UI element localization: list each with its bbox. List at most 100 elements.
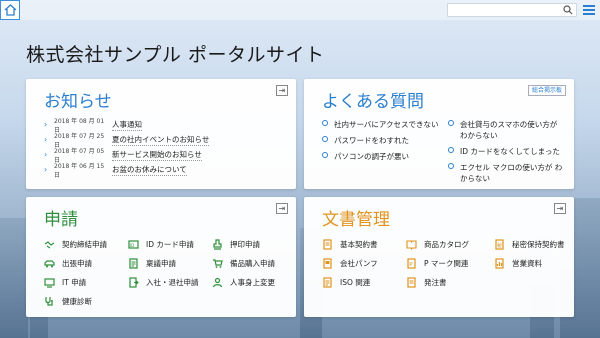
- doc-item-catalog[interactable]: 商品カタログ: [406, 235, 494, 254]
- apply-item-idcard[interactable]: ID ID カード申請: [128, 235, 212, 254]
- faq-question[interactable]: 社内サーバにアクセスできない: [334, 119, 439, 130]
- apply-item-label: IT 申請: [62, 278, 87, 287]
- news-link[interactable]: 夏の社内イベントのお知らせ: [112, 134, 210, 146]
- apply-item-label: 押印申請: [230, 240, 260, 249]
- doc-item-label: 基本契約書: [340, 240, 378, 249]
- secret-doc-icon: 秘: [495, 239, 504, 250]
- page-title: 株式会社サンプル ポータルサイト: [26, 44, 325, 66]
- apply-more-button[interactable]: ⇥: [276, 203, 288, 214]
- circle-bullet-icon: [322, 136, 328, 142]
- doc-item-label: 発注書: [424, 278, 447, 287]
- p-mark-icon: P: [407, 258, 416, 269]
- apply-item-health[interactable]: 健康診断: [44, 292, 128, 311]
- news-list: › 2018 年 08 月 01 日 人事通知 › 2018 年 07 月 25…: [44, 117, 210, 179]
- apply-item-contract[interactable]: 契約締結申請: [44, 235, 128, 254]
- doc-item-label: 商品カタログ: [424, 240, 469, 249]
- pamphlet-icon: [323, 258, 332, 269]
- apply-grid: 契約締結申請 ID ID カード申請 押印申請 出張申請 稟議申請 備品購入申請…: [44, 235, 296, 311]
- person-icon: [212, 277, 223, 288]
- faq-question[interactable]: 会社貸与のスマホの使い方が わからない: [460, 119, 566, 141]
- news-title: お知らせ: [44, 92, 112, 112]
- news-link[interactable]: 新サービス開始のお知らせ: [112, 149, 202, 161]
- doc-item-label: 営業資料: [512, 259, 542, 268]
- circle-bullet-icon: [322, 152, 328, 158]
- search-input[interactable]: [448, 10, 558, 23]
- faq-list-left: 社内サーバにアクセスできない パスワードをわすれた パソコンの調子が悪い: [322, 119, 439, 167]
- docs-grid: 基本契約書 商品カタログ 秘 秘密保持契約書 会社パンフ P P マーク関連 営…: [322, 235, 578, 292]
- faq-question[interactable]: エクセル マクロの使い方が わからない: [460, 162, 566, 184]
- news-panel: お知らせ ⇥ › 2018 年 08 月 01 日 人事通知 › 2018 年 …: [26, 79, 296, 189]
- search-icon[interactable]: [563, 5, 573, 15]
- apply-item-label: 備品購入申請: [230, 259, 275, 268]
- news-date: 2018 年 06 月 15 日: [54, 162, 105, 179]
- faq-question[interactable]: パスワードをわすれた: [334, 135, 409, 146]
- list-item[interactable]: › 2018 年 06 月 15 日 お盆のお休みについて: [44, 162, 209, 179]
- list-item[interactable]: パソコンの調子が悪い: [322, 151, 439, 162]
- circle-bullet-icon: [322, 120, 328, 126]
- circle-bullet-icon: [448, 163, 454, 169]
- list-item[interactable]: 会社貸与のスマホの使い方が わからない: [448, 119, 566, 141]
- docs-more-button[interactable]: ⇥: [554, 203, 566, 214]
- car-icon: [44, 260, 55, 268]
- doc-item-pamphlet[interactable]: 会社パンフ: [322, 254, 406, 273]
- doc-item-label: ISO 関連: [340, 278, 371, 287]
- faq-question[interactable]: パソコンの調子が悪い: [334, 151, 409, 162]
- doc-item-basic-contract[interactable]: 基本契約書: [322, 235, 406, 254]
- news-link[interactable]: 人事通知: [112, 119, 142, 131]
- door-icon: [129, 277, 139, 288]
- sales-doc-icon: [495, 258, 504, 269]
- stamp-icon: [213, 239, 222, 250]
- doc-item-label: 秘密保持契約書: [512, 240, 565, 249]
- docs-panel: 文書管理 ⇥ 基本契約書 商品カタログ 秘 秘密保持契約書 会社パンフ P P …: [304, 197, 574, 317]
- apply-item-label: ID カード申請: [146, 240, 194, 249]
- apply-item-personnel[interactable]: 人事身上変更: [212, 273, 296, 292]
- doc-item-order[interactable]: 発注書: [406, 273, 494, 292]
- hamburger-menu-icon[interactable]: [582, 3, 596, 17]
- cart-icon: [213, 259, 223, 268]
- apply-item-purchase[interactable]: 備品購入申請: [212, 254, 296, 273]
- apply-item-ringi[interactable]: 稟議申請: [128, 254, 212, 273]
- svg-text:ID: ID: [130, 243, 134, 248]
- doc-item-iso[interactable]: ISO 関連: [322, 273, 406, 292]
- faq-title: よくある質問: [322, 92, 424, 112]
- apply-item-label: 契約締結申請: [62, 240, 107, 249]
- search-box: [447, 3, 577, 23]
- doc-item-nda[interactable]: 秘 秘密保持契約書: [494, 235, 578, 254]
- handshake-icon: [44, 241, 55, 249]
- apply-item-stamp[interactable]: 押印申請: [212, 235, 296, 254]
- apply-panel: 申請 ⇥ 契約締結申請 ID ID カード申請 押印申請 出張申請 稟議申請 備…: [26, 197, 296, 317]
- apply-item-trip[interactable]: 出張申請: [44, 254, 128, 273]
- list-item[interactable]: エクセル マクロの使い方が わからない: [448, 162, 566, 184]
- svg-text:P: P: [409, 262, 413, 268]
- faq-panel: よくある質問 総合掲示板 社内サーバにアクセスできない パスワードをわすれた パ…: [304, 79, 574, 189]
- news-link[interactable]: お盆のお休みについて: [112, 164, 187, 176]
- id-card-icon: ID: [128, 240, 139, 249]
- doc-item-pmark[interactable]: P P マーク関連: [406, 254, 494, 273]
- doc-item-label: 会社パンフ: [340, 259, 378, 268]
- apply-item-label: 出張申請: [62, 259, 92, 268]
- news-more-button[interactable]: ⇥: [276, 85, 288, 96]
- svg-text:秘: 秘: [497, 242, 502, 249]
- docs-title: 文書管理: [322, 210, 390, 230]
- doc-item-sales[interactable]: 営業資料: [494, 254, 578, 273]
- faq-question[interactable]: ID カードをなくしてしまった: [460, 146, 560, 157]
- faq-list-right: 会社貸与のスマホの使い方が わからない ID カードをなくしてしまった エクセル…: [448, 119, 566, 189]
- chevron-right-icon: ›: [44, 165, 48, 174]
- stethoscope-icon: [45, 297, 53, 306]
- list-item[interactable]: ID カードをなくしてしまった: [448, 146, 566, 157]
- iso-icon: [323, 277, 332, 288]
- list-item[interactable]: 社内サーバにアクセスできない: [322, 119, 439, 130]
- doc-item-label: P マーク関連: [424, 259, 469, 268]
- home-button[interactable]: [0, 0, 20, 20]
- document-icon: [129, 258, 138, 269]
- order-form-icon: [407, 277, 416, 288]
- list-item[interactable]: パスワードをわすれた: [322, 135, 439, 146]
- apply-item-label: 健康診断: [62, 297, 92, 306]
- computer-icon: [44, 278, 55, 288]
- chevron-right-icon: ›: [44, 150, 48, 159]
- apply-item-join-leave[interactable]: 入社・退社申請: [128, 273, 212, 292]
- book-icon: [406, 240, 417, 250]
- circle-bullet-icon: [448, 147, 454, 153]
- archive-button[interactable]: 総合掲示板: [527, 85, 566, 96]
- apply-item-it[interactable]: IT 申請: [44, 273, 128, 292]
